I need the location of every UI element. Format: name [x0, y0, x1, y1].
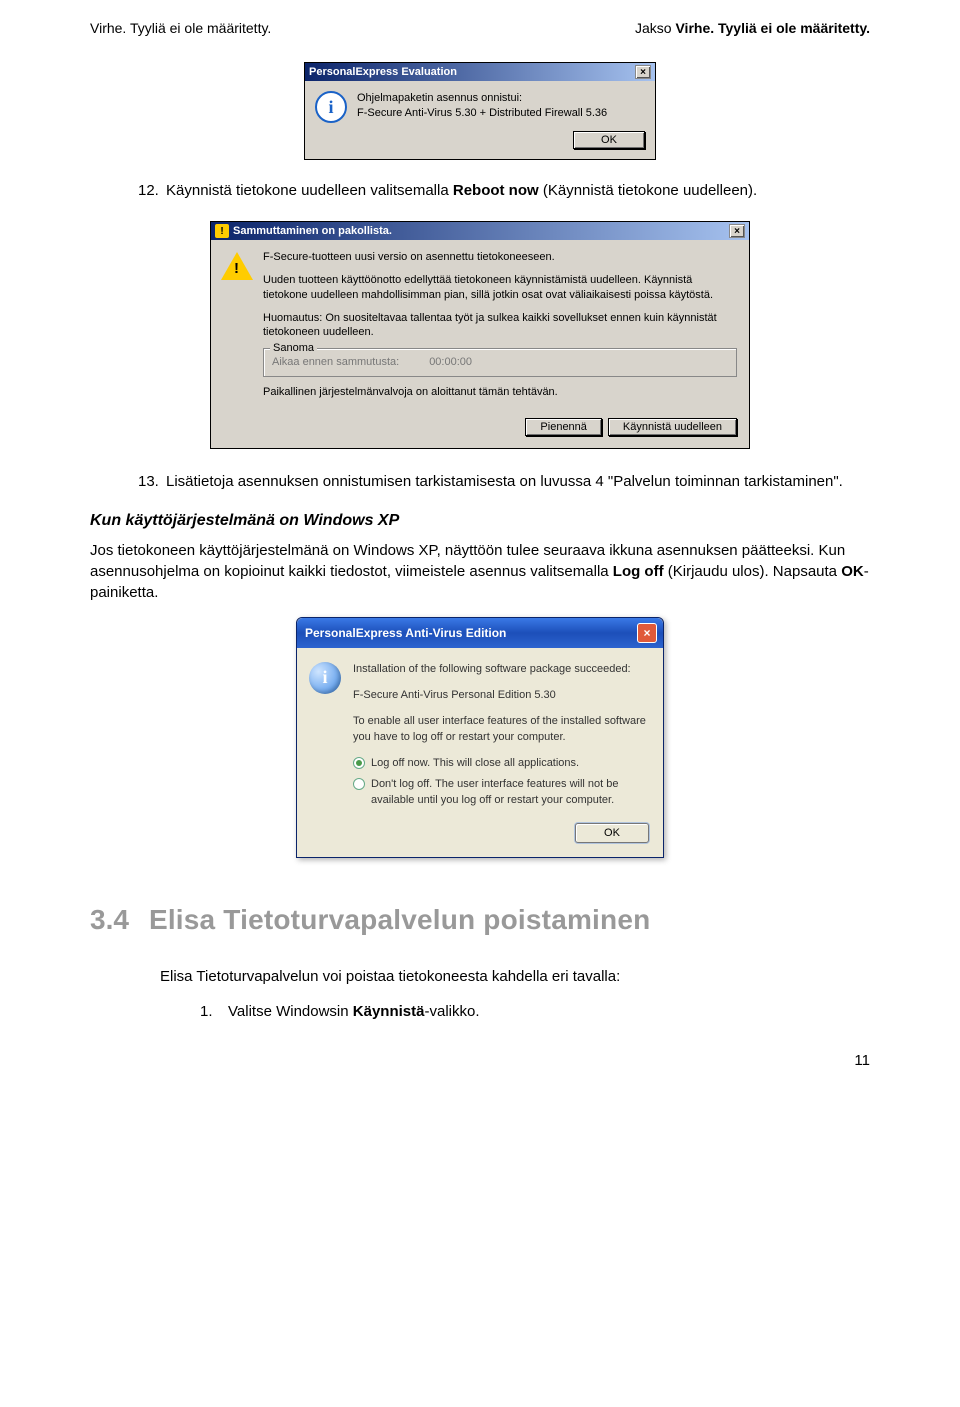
ok-button[interactable]: OK [575, 823, 649, 843]
header-left: Virhe. Tyyliä ei ole määritetty. [90, 20, 271, 36]
subhead-windows-xp: Kun käyttöjärjestelmänä on Windows XP [90, 512, 870, 530]
close-icon[interactable]: × [637, 623, 657, 643]
dialog1-text: Ohjelmapaketin asennus onnistui: F-Secur… [357, 91, 645, 123]
dialog3-title: PersonalExpress Anti-Virus Edition [305, 626, 506, 640]
dialog1-title: PersonalExpress Evaluation [309, 66, 457, 78]
dialog1-titlebar: PersonalExpress Evaluation × [305, 63, 655, 81]
radio-dont-logoff[interactable]: Don't log off. The user interface featur… [353, 777, 649, 809]
dialog3-titlebar: PersonalExpress Anti-Virus Edition × [297, 618, 663, 648]
radio-logoff-now[interactable]: Log off now. This will close all applica… [353, 756, 649, 772]
dialog2-title: Sammuttaminen on pakollista. [233, 225, 392, 237]
section-heading-3-4: 3.4 Elisa Tietoturvapalvelun poistaminen [90, 904, 870, 936]
warning-icon [221, 252, 253, 280]
dialog3-message: Installation of the following software p… [353, 662, 649, 814]
info-icon: i [315, 91, 347, 123]
list-item: 1. Valitse Windowsin Käynnistä-valikko. [200, 1001, 870, 1022]
dialog-shutdown-required: ! Sammuttaminen on pakollista. × F-Secur… [210, 221, 750, 449]
minimize-button[interactable]: Pienennä [525, 418, 602, 436]
xp-paragraph: Jos tietokoneen käyttöjärjestelmänä on W… [90, 540, 870, 603]
list-item: 13. Lisätietoja asennuksen onnistumisen … [138, 471, 870, 492]
page-number: 11 [90, 1052, 870, 1069]
dialog-personalexpress-eval: PersonalExpress Evaluation × i Ohjelmapa… [304, 62, 656, 160]
info-icon: i [309, 662, 341, 694]
ok-button[interactable]: OK [573, 131, 645, 149]
radio-icon[interactable] [353, 757, 365, 769]
timer-value: 00:00:00 [429, 355, 472, 370]
header-right: Jakso Virhe. Tyyliä ei ole määritetty. [635, 20, 870, 36]
dialog2-titlebar: ! Sammuttaminen on pakollista. × [211, 222, 749, 240]
list-item: 12. Käynnistä tietokone uudelleen valits… [138, 180, 870, 201]
timer-label: Aikaa ennen sammutusta: [272, 355, 399, 370]
section34-intro: Elisa Tietoturvapalvelun voi poistaa tie… [160, 966, 870, 987]
close-icon[interactable]: × [729, 224, 745, 238]
close-icon[interactable]: × [635, 65, 651, 79]
radio-icon[interactable] [353, 778, 365, 790]
sanoma-fieldset: Sanoma Aikaa ennen sammutusta: 00:00:00 [263, 348, 737, 377]
dialog2-message: F-Secure-tuotteen uusi versio on asennet… [263, 250, 737, 408]
page-header: Virhe. Tyyliä ei ole määritetty. Jakso V… [90, 20, 870, 36]
warning-icon: ! [215, 224, 229, 238]
dialog-personalexpress-av: PersonalExpress Anti-Virus Edition × i I… [296, 617, 664, 859]
restart-button[interactable]: Käynnistä uudelleen [608, 418, 737, 436]
